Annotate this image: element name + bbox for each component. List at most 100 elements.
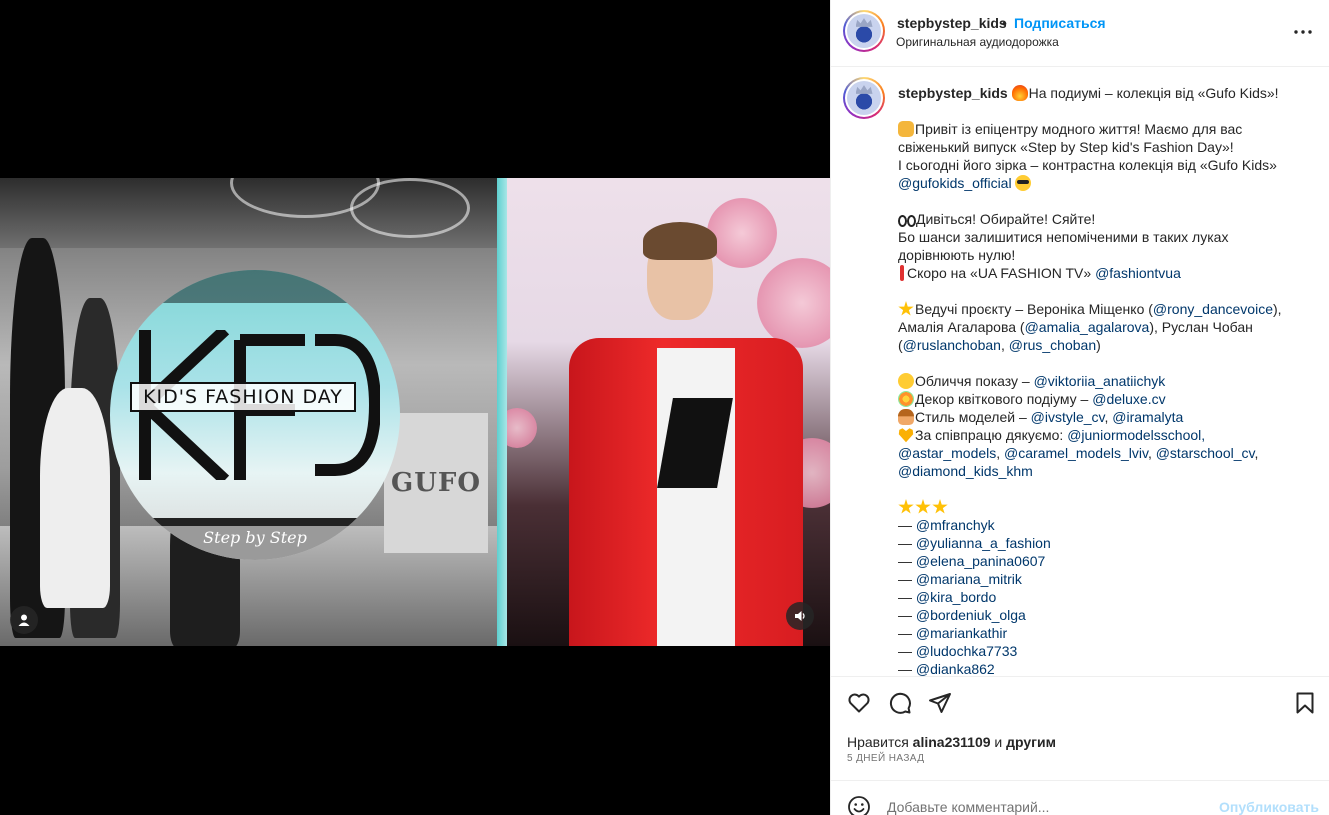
caption-text: — <box>898 535 916 551</box>
bookmark-icon[interactable] <box>1293 691 1317 715</box>
smiling-face-emoji-icon <box>898 373 914 389</box>
separator-dot: • <box>1002 15 1007 31</box>
caption-text: — <box>898 607 916 623</box>
eyes-emoji-icon <box>907 215 916 227</box>
mention-link[interactable]: @deluxe.cv <box>1092 391 1165 407</box>
share-icon[interactable] <box>928 691 952 715</box>
caption-text: дорівнюють нулю! <box>898 247 1016 263</box>
post-media[interactable]: GUFO KID'S FASHION DAY Step by Step <box>0 0 830 815</box>
caption-text: , <box>1147 445 1156 461</box>
likes-prefix: Нравится <box>847 734 909 750</box>
comment-input[interactable] <box>887 795 1207 815</box>
mention-link[interactable]: @iramalyta <box>1112 409 1183 425</box>
likes-user-link[interactable]: alina231109 <box>913 734 991 750</box>
woman-hairdresser-emoji-icon <box>898 409 914 425</box>
yellow-heart-emoji-icon <box>898 428 914 443</box>
mention-link[interactable]: @caramel_models_lviv <box>1004 445 1148 461</box>
logo-title: KID'S FASHION DAY <box>130 382 356 412</box>
caption-text: — <box>898 571 916 587</box>
mention-link[interactable]: @ruslanchoban <box>903 337 1001 353</box>
caption-text: Привіт із епіцентру модного життя! Маємо… <box>915 121 1243 137</box>
publish-button[interactable]: Опубликовать <box>1219 799 1319 815</box>
mention-link[interactable]: @ivstyle_cv <box>1031 409 1105 425</box>
caption-text: Декор квіткового подіуму – <box>915 391 1093 407</box>
mention-link[interactable]: @mariankathir <box>916 625 1007 641</box>
star-emoji-icon <box>898 301 914 316</box>
mention-link[interactable]: @diamond_kids_khm <box>898 463 1033 479</box>
mention-link[interactable]: @mariana_mitrik <box>916 571 1022 587</box>
caption-text: — <box>898 517 916 533</box>
header-username[interactable]: stepbystep_kids <box>897 15 1007 31</box>
kids-fashion-day-logo: KID'S FASHION DAY Step by Step <box>110 270 400 560</box>
caption-text: ), Руслан Чобан <box>1149 319 1253 335</box>
caption-text: І сьогодні його зірка – контрастна колек… <box>898 157 1277 173</box>
flower-emoji-icon <box>898 391 914 407</box>
mention-link[interactable]: @ludochka7733 <box>916 643 1017 659</box>
mention-link[interactable]: @gufokids_official <box>898 175 1012 191</box>
mention-link[interactable]: @rony_dancevoice <box>1153 301 1273 317</box>
star-emoji-icon <box>898 499 914 514</box>
user-tags-button[interactable] <box>10 606 38 634</box>
audio-link[interactable]: Оригинальная аудиодорожка <box>896 35 1059 49</box>
likes-suffix: и <box>994 734 1003 750</box>
post-header: stepbystep_kids • Подписаться Оригинальн… <box>831 0 1329 67</box>
caption-text: , <box>1000 337 1009 353</box>
mention-link[interactable]: @starschool_cv <box>1156 445 1255 461</box>
caption-scroll-area[interactable]: stepbystep_kids На подиумі – колекція ві… <box>831 67 1329 676</box>
caption-text: Дивіться! Обирайте! Сяйте! <box>916 211 1096 227</box>
mention-link[interactable]: @bordeniuk_olga <box>916 607 1026 623</box>
mention-link[interactable]: @kira_bordo <box>916 589 996 605</box>
fire-emoji-icon <box>1011 85 1028 101</box>
caption-text: — <box>898 643 916 659</box>
mention-link[interactable]: @fashiontvua <box>1095 265 1181 281</box>
comment-icon[interactable] <box>888 691 912 715</box>
mention-link[interactable]: @yulianna_a_fashion <box>916 535 1051 551</box>
mention-link[interactable]: @rus_choban <box>1009 337 1096 353</box>
caption-text: , <box>1254 445 1259 461</box>
caption-text: Стиль моделей – <box>915 409 1031 425</box>
likes-others-link[interactable]: другим <box>1006 734 1056 750</box>
caption-text: Ведучі проєкту – Вероніка Міщенко ( <box>915 301 1153 317</box>
caption-text: Амалія Агаларова ( <box>898 319 1025 335</box>
user-icon <box>18 614 30 626</box>
eyes-emoji-icon <box>898 215 907 227</box>
caption-text: — <box>898 589 916 605</box>
caption-text: Бо шанси залишитися непоміченими в таких… <box>898 229 1229 245</box>
mention-link[interactable]: @elena_panina0607 <box>916 553 1045 569</box>
video-right-frame <box>507 178 830 646</box>
post-actions: Нравится alina231109 и другим 5 ДНЕЙ НАЗ… <box>831 676 1329 815</box>
mention-link[interactable]: @dianka862 <box>916 661 995 676</box>
caption-username[interactable]: stepbystep_kids <box>898 85 1008 101</box>
comment-bar: Опубликовать <box>831 780 1329 815</box>
exclamation-emoji-icon <box>900 265 904 281</box>
caption-text: — <box>898 661 916 676</box>
star-emoji-icon <box>932 499 948 514</box>
sunglasses-emoji-icon <box>1015 175 1032 191</box>
sound-toggle-button[interactable] <box>786 602 814 630</box>
mention-link[interactable]: @viktoriia_anatiichyk <box>1034 373 1166 389</box>
post-date[interactable]: 5 ДНЕЙ НАЗАД <box>847 753 924 764</box>
post-side-panel: stepbystep_kids • Подписаться Оригинальн… <box>830 0 1329 815</box>
caption: stepbystep_kids На подиумі – колекція ві… <box>898 84 1318 676</box>
mention-link[interactable]: @juniormodelsschool, <box>1067 427 1205 443</box>
heart-icon[interactable] <box>847 691 871 715</box>
follow-button[interactable]: Подписаться <box>1014 15 1106 31</box>
mention-link[interactable]: @amalia_agalarova <box>1025 319 1150 335</box>
star-emoji-icon <box>915 499 931 514</box>
caption-text: Обличчя показу – <box>915 373 1034 389</box>
mention-link[interactable]: @astar_models <box>898 445 996 461</box>
caption-text: ) <box>1096 337 1101 353</box>
caption-text: Скоро на «UA FASHION TV» <box>907 265 1092 281</box>
mention-link[interactable]: @mfranchyk <box>916 517 995 533</box>
caption-text: свіженький випуск «Step by Step kid's Fa… <box>898 139 1234 155</box>
more-options-icon[interactable] <box>1289 18 1317 46</box>
caption-text: На подиумі – колекція від «Gufo Kids»! <box>1028 85 1279 101</box>
caption-avatar[interactable] <box>843 77 885 119</box>
speaker-icon <box>795 611 805 621</box>
video-left-frame: GUFO KID'S FASHION DAY Step by Step <box>0 178 497 646</box>
caption-text: — <box>898 553 916 569</box>
avatar[interactable] <box>843 10 885 52</box>
emoji-picker-icon[interactable] <box>847 795 871 815</box>
caption-text: ), <box>1272 301 1282 317</box>
video-player[interactable]: GUFO KID'S FASHION DAY Step by Step <box>0 178 830 646</box>
